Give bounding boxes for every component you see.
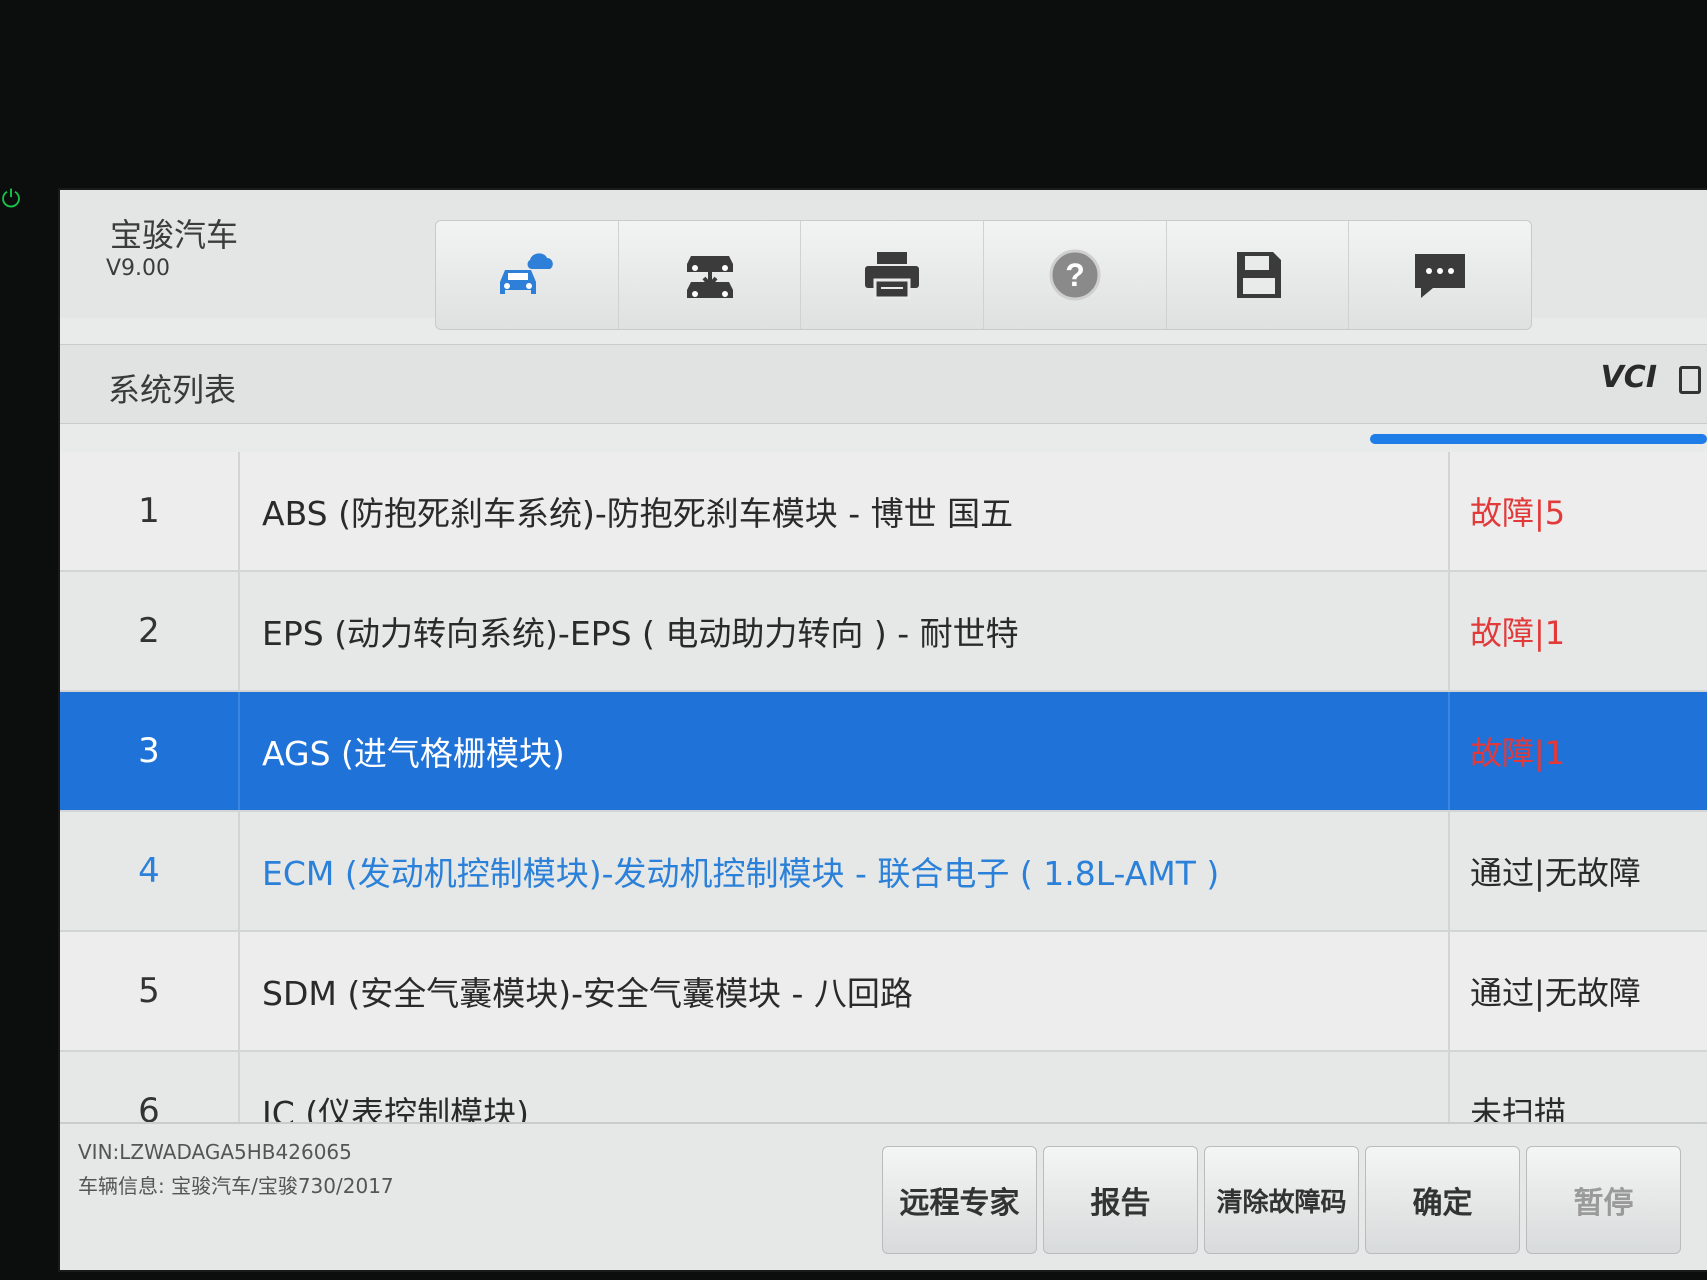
row-number: 1 bbox=[60, 452, 240, 570]
section-header: 系统列表 bbox=[60, 344, 1707, 424]
system-status: 故障|5 bbox=[1470, 494, 1566, 532]
system-status: 通过|无故障 bbox=[1470, 854, 1641, 892]
row-number: 3 bbox=[60, 692, 240, 810]
system-list: 1 ABS (防抱死刹车系统)-防抱死刹车模块 - 博世 国五 故障|5 2 E… bbox=[60, 452, 1707, 1172]
svg-text:?: ? bbox=[1065, 257, 1085, 293]
report-button[interactable]: 报告 bbox=[1043, 1146, 1198, 1254]
battery-icon bbox=[1679, 366, 1701, 394]
footer: VIN:LZWADAGA5HB426065 车辆信息: 宝骏汽车/宝骏730/2… bbox=[60, 1122, 1707, 1270]
row-number: 2 bbox=[60, 572, 240, 690]
vehicle-info-text: 车辆信息: 宝骏汽车/宝骏730/2017 bbox=[78, 1174, 394, 1198]
table-row[interactable]: 5 SDM (安全气囊模块)-安全气囊模块 - 八回路 通过|无故障 bbox=[60, 932, 1707, 1052]
toolbar: ? bbox=[435, 220, 1532, 330]
toolbar-save-button[interactable] bbox=[1167, 221, 1350, 329]
header: 宝骏汽车 V9.00 ? bbox=[60, 190, 1707, 330]
system-name: ECM (发动机控制模块)-发动机控制模块 - 联合电子 ( 1.8L-AMT … bbox=[240, 812, 1450, 930]
toolbar-message-button[interactable] bbox=[1349, 221, 1531, 329]
save-icon bbox=[1236, 252, 1281, 298]
car-transfer-icon bbox=[686, 256, 733, 298]
system-name: SDM (安全气囊模块)-安全气囊模块 - 八回路 bbox=[240, 932, 1450, 1050]
table-row[interactable]: 2 EPS (动力转向系统)-EPS ( 电动助力转向 ) - 耐世特 故障|1 bbox=[60, 572, 1707, 692]
system-status: 故障|1 bbox=[1470, 614, 1566, 652]
pause-button[interactable]: 暂停 bbox=[1526, 1146, 1681, 1254]
chat-icon bbox=[1415, 254, 1466, 298]
ok-button[interactable]: 确定 bbox=[1365, 1146, 1520, 1254]
toolbar-help-button[interactable]: ? bbox=[984, 221, 1167, 329]
power-indicator-icon: ⏻ bbox=[1, 185, 21, 213]
clear-dtc-button[interactable]: 清除故障码 bbox=[1204, 1146, 1359, 1254]
system-name: ABS (防抱死刹车系统)-防抱死刹车模块 - 博世 国五 bbox=[240, 452, 1450, 570]
system-name: EPS (动力转向系统)-EPS ( 电动助力转向 ) - 耐世特 bbox=[240, 572, 1450, 690]
table-row[interactable]: 1 ABS (防抱死刹车系统)-防抱死刹车模块 - 博世 国五 故障|5 bbox=[60, 452, 1707, 572]
remote-expert-button[interactable]: 远程专家 bbox=[882, 1146, 1037, 1254]
vci-label: VCI bbox=[1600, 360, 1657, 395]
help-icon: ? bbox=[1049, 249, 1101, 301]
table-row[interactable]: 4 ECM (发动机控制模块)-发动机控制模块 - 联合电子 ( 1.8L-AM… bbox=[60, 812, 1707, 932]
table-row-selected[interactable]: 3 AGS (进气格栅模块) 故障|1 bbox=[60, 692, 1707, 812]
scan-progress-fill bbox=[1370, 434, 1707, 444]
brand-title: 宝骏汽车 bbox=[110, 216, 239, 254]
row-number: 4 bbox=[60, 812, 240, 930]
toolbar-car-cloud-button[interactable] bbox=[436, 221, 619, 329]
app-version: V9.00 bbox=[106, 256, 171, 281]
vin-text: VIN:LZWADAGA5HB426065 bbox=[78, 1140, 352, 1164]
section-title: 系统列表 bbox=[108, 371, 237, 409]
toolbar-print-button[interactable] bbox=[801, 221, 985, 329]
footer-buttons: 远程专家 报告 清除故障码 确定 暂停 bbox=[882, 1146, 1681, 1254]
car-cloud-icon bbox=[499, 253, 553, 294]
system-status: 通过|无故障 bbox=[1470, 974, 1641, 1012]
system-name: AGS (进气格栅模块) bbox=[240, 692, 1450, 810]
printer-icon bbox=[865, 252, 920, 300]
diagnostic-screen: 宝骏汽车 V9.00 ? 系统列表 VCI 1 ABS (防抱死刹车系统)-防抱… bbox=[60, 190, 1707, 1270]
system-status: 故障|1 bbox=[1470, 734, 1566, 772]
toolbar-car-transfer-button[interactable] bbox=[619, 221, 802, 329]
vci-indicator: VCI bbox=[1601, 360, 1657, 395]
row-number: 5 bbox=[60, 932, 240, 1050]
scan-progress-bar bbox=[1370, 434, 1707, 444]
